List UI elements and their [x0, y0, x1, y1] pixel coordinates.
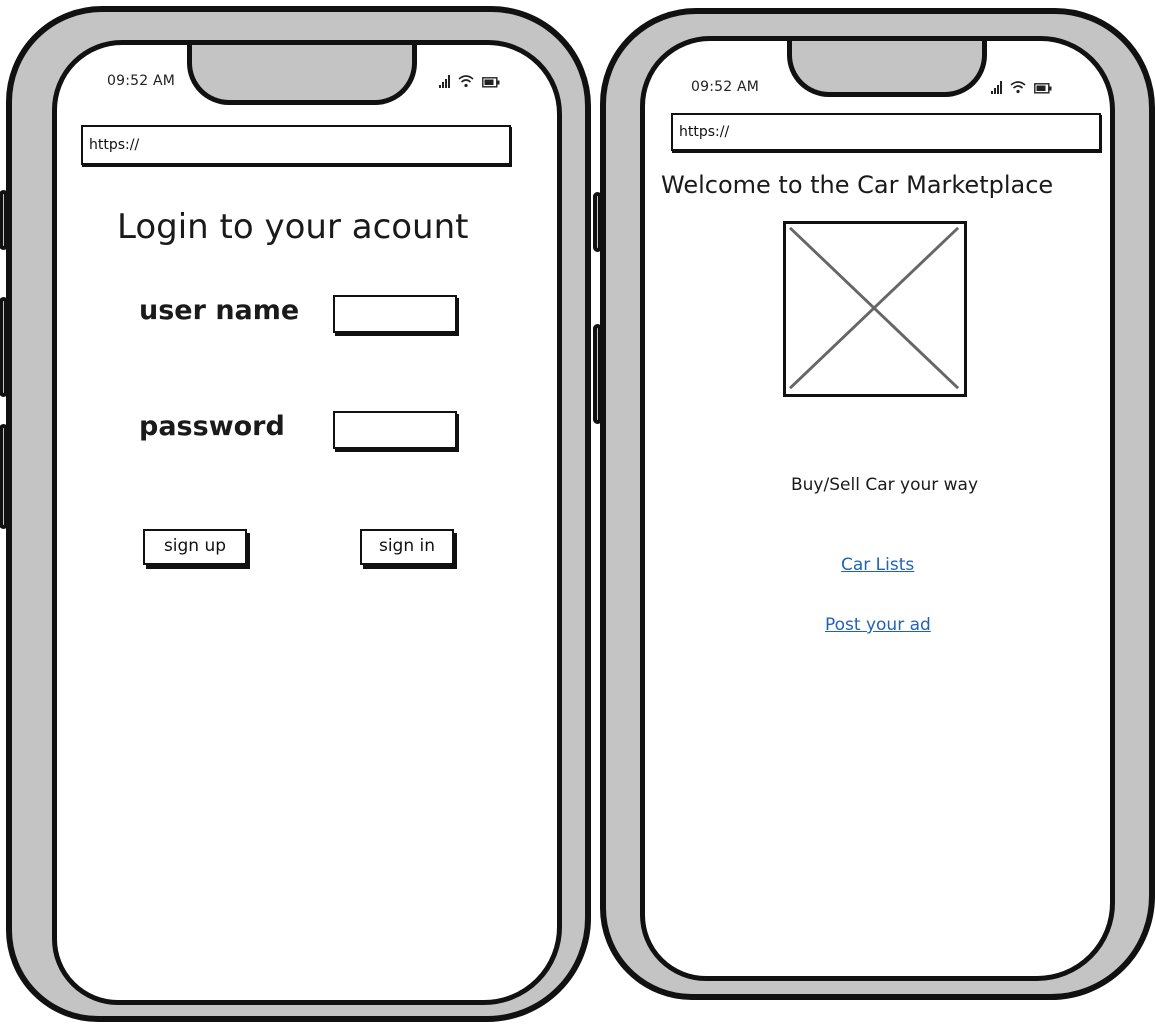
status-time: 09:52 AM: [107, 73, 176, 89]
username-label: user name: [139, 295, 300, 326]
home-phone-frame: 09:52 AM https:// Welcome to the Car Mar: [593, 8, 1155, 1000]
wifi-icon: [1010, 81, 1026, 94]
battery-icon: [1034, 83, 1052, 94]
phone-notch: [187, 45, 417, 105]
tagline: Buy/Sell Car your way: [791, 475, 979, 495]
battery-icon: [482, 77, 500, 88]
password-field[interactable]: [333, 411, 457, 449]
side-button: [0, 297, 8, 397]
side-button: [0, 190, 8, 250]
wifi-icon: [458, 75, 474, 88]
post-ad-link[interactable]: Post your ad: [825, 615, 931, 635]
image-placeholder-icon: [783, 221, 967, 397]
car-lists-link[interactable]: Car Lists: [841, 555, 914, 575]
home-screen: 09:52 AM https:// Welcome to the Car Mar: [640, 36, 1115, 981]
status-icons: [439, 75, 500, 88]
page-title: Welcome to the Car Marketplace: [661, 171, 1054, 199]
side-button: [593, 324, 602, 424]
wireframe-canvas: 09:52 AM https:// Login to your acount u…: [0, 0, 1155, 1024]
side-button: [0, 424, 8, 529]
url-bar[interactable]: https://: [81, 125, 511, 165]
side-button: [593, 192, 602, 252]
url-bar[interactable]: https://: [671, 113, 1101, 151]
signal-icon: [991, 81, 1002, 94]
username-field[interactable]: [333, 295, 457, 333]
password-label: password: [139, 411, 285, 442]
signal-icon: [439, 75, 450, 88]
status-icons: [991, 81, 1052, 94]
login-screen: 09:52 AM https:// Login to your acount u…: [52, 40, 562, 1005]
phone-notch: [787, 41, 987, 97]
login-phone-frame: 09:52 AM https:// Login to your acount u…: [0, 6, 591, 1022]
status-time: 09:52 AM: [691, 79, 760, 95]
sign-up-button[interactable]: sign up: [143, 529, 247, 565]
sign-in-button[interactable]: sign in: [360, 529, 454, 565]
page-title: Login to your acount: [117, 207, 469, 247]
